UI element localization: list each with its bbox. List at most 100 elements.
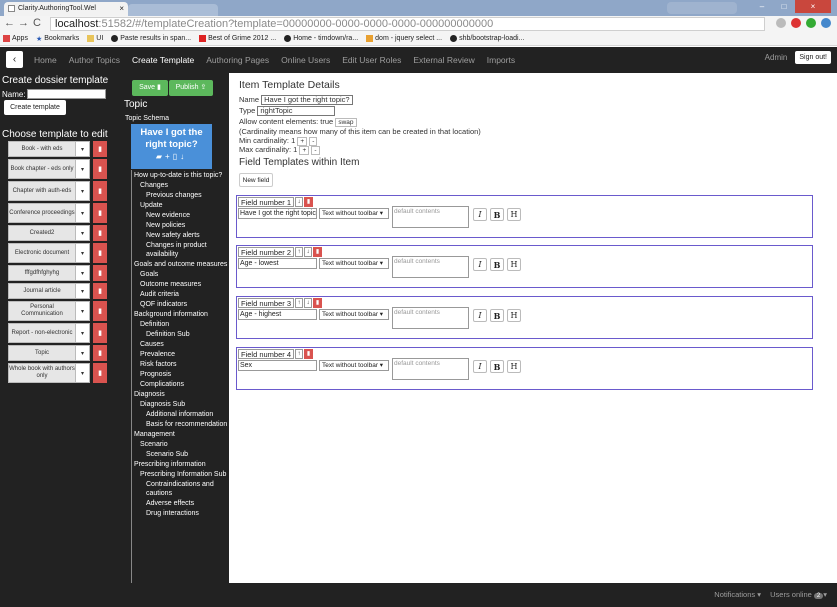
save-button[interactable]: Save ▮: [132, 80, 168, 96]
schema-tree-node[interactable]: Audit criteria: [132, 290, 229, 299]
schema-tree-node[interactable]: Prevalence: [132, 350, 229, 359]
folder-open-icon[interactable]: ▰: [156, 152, 165, 161]
bold-button[interactable]: B: [490, 258, 504, 271]
delete-template-button[interactable]: ▮: [93, 203, 107, 223]
template-button[interactable]: Conference proceedings: [8, 203, 76, 223]
schema-tree-node[interactable]: Outcome measures: [132, 280, 229, 289]
schema-tree-node[interactable]: Goals: [132, 270, 229, 279]
schema-tree-node[interactable]: Goals and outcome measures: [132, 260, 229, 269]
schema-tree-node[interactable]: Prescribing information: [132, 460, 229, 469]
move-down-icon[interactable]: ↓: [304, 298, 313, 308]
field-name-input[interactable]: Age - highest: [238, 309, 317, 320]
bookmark-ui[interactable]: UI: [87, 35, 103, 42]
move-down-icon[interactable]: ↓: [304, 247, 313, 257]
chevron-down-icon[interactable]: ▾: [76, 159, 90, 179]
search-icon[interactable]: [776, 18, 786, 28]
nav-authoring-pages[interactable]: Authoring Pages: [200, 47, 275, 73]
url-input[interactable]: localhost:51582/#/templateCreation?templ…: [50, 17, 765, 31]
schema-tree-node[interactable]: Basis for recommendation: [132, 420, 229, 429]
nav-home[interactable]: Home: [28, 47, 63, 73]
bold-button[interactable]: B: [490, 360, 504, 373]
bookmark-bookmarks[interactable]: ★ Bookmarks: [36, 35, 79, 43]
swap-button[interactable]: swap: [335, 117, 357, 127]
chevron-down-icon[interactable]: ▾: [76, 345, 90, 361]
schema-tree-node[interactable]: Scenario Sub: [132, 450, 229, 459]
browser-profile[interactable]: [667, 2, 737, 14]
template-button[interactable]: Book chapter - eds only: [8, 159, 76, 179]
italic-button[interactable]: I: [473, 309, 487, 322]
schema-tree-node[interactable]: Management: [132, 430, 229, 439]
nav-external-review[interactable]: External Review: [407, 47, 480, 73]
delete-template-button[interactable]: ▮: [93, 363, 107, 383]
bookmark-paste[interactable]: Paste results in span...: [111, 35, 191, 42]
blue-extension-icon[interactable]: [821, 18, 831, 28]
bookmark-dom[interactable]: dom - jquery select ...: [366, 35, 442, 42]
close-tab-icon[interactable]: ×: [119, 4, 124, 13]
chevron-down-icon[interactable]: ▾: [76, 243, 90, 263]
schema-tree-node[interactable]: Diagnosis: [132, 390, 229, 399]
notifications-menu[interactable]: Notifications ▾: [714, 590, 761, 599]
move-up-icon[interactable]: ↑: [295, 349, 304, 359]
schema-tree-node[interactable]: Definition: [132, 320, 229, 329]
chevron-down-icon[interactable]: ▾: [76, 203, 90, 223]
bookmark-shb[interactable]: shb/bootstrap-loadi...: [450, 35, 524, 42]
schema-tree-node[interactable]: New evidence: [132, 211, 229, 220]
nav-edit-user-roles[interactable]: Edit User Roles: [336, 47, 407, 73]
bookmark-apps[interactable]: Apps: [3, 35, 28, 42]
sign-out-button[interactable]: Sign out!: [795, 51, 831, 64]
schema-tree-node[interactable]: How up-to-date is this topic?: [132, 171, 229, 180]
chevron-down-icon[interactable]: ▾: [76, 283, 90, 299]
italic-button[interactable]: I: [473, 208, 487, 221]
schema-tree-node[interactable]: QOF indicators: [132, 300, 229, 309]
heading-button[interactable]: H: [507, 360, 521, 373]
schema-tree-node[interactable]: Risk factors: [132, 360, 229, 369]
forward-arrow-icon[interactable]: →: [18, 17, 29, 29]
add-icon[interactable]: +: [165, 152, 173, 161]
schema-tree-node[interactable]: Contraindications and cautions: [132, 480, 229, 498]
bold-button[interactable]: B: [490, 208, 504, 221]
delete-template-button[interactable]: ▮: [93, 141, 107, 157]
field-type-select[interactable]: Text without toolbar ▾: [319, 208, 389, 219]
chevron-down-icon[interactable]: ▾: [76, 141, 90, 157]
template-button[interactable]: Chapter with auth-eds: [8, 181, 76, 201]
heading-button[interactable]: H: [507, 208, 521, 221]
template-button[interactable]: Whole book with authors only: [8, 363, 76, 383]
default-contents-textarea[interactable]: default contents: [392, 256, 469, 278]
field-name-input[interactable]: Age - lowest: [238, 258, 317, 269]
template-button[interactable]: Journal article: [8, 283, 76, 299]
delete-template-button[interactable]: ▮: [93, 225, 107, 241]
nav-online-users[interactable]: Online Users: [275, 47, 336, 73]
browser-tab[interactable]: Clarity.AuthoringTool.Wel ×: [4, 2, 128, 16]
chevron-down-icon[interactable]: ▾: [76, 301, 90, 321]
schema-tree-node[interactable]: Changes: [132, 181, 229, 190]
max-plus-button[interactable]: +: [299, 145, 310, 155]
admin-link[interactable]: Admin: [765, 53, 788, 62]
heading-button[interactable]: H: [507, 309, 521, 322]
chevron-down-icon[interactable]: ▾: [76, 265, 90, 281]
users-online-menu[interactable]: Users online 2 ▾: [770, 590, 827, 599]
template-button[interactable]: fffgdfhfghyhg: [8, 265, 76, 281]
schema-tree-node[interactable]: New policies: [132, 221, 229, 230]
nav-create-template[interactable]: Create Template: [126, 47, 200, 73]
schema-tree-node[interactable]: Background information: [132, 310, 229, 319]
item-type-input[interactable]: rightTopic: [257, 106, 336, 117]
default-contents-textarea[interactable]: default contents: [392, 358, 469, 380]
selected-item-card[interactable]: Have I got the right topic? ▰+▯↓: [131, 124, 212, 169]
field-type-select[interactable]: Text without toolbar ▾: [319, 309, 389, 320]
template-button[interactable]: Created2: [8, 225, 76, 241]
delete-template-button[interactable]: ▮: [93, 283, 107, 299]
delete-template-button[interactable]: ▮: [93, 159, 107, 179]
template-button[interactable]: Report - non-electronic: [8, 323, 76, 343]
close-window-icon[interactable]: ×: [795, 0, 831, 13]
schema-tree-node[interactable]: Definition Sub: [132, 330, 229, 339]
green-extension-icon[interactable]: [806, 18, 816, 28]
schema-tree-node[interactable]: Complications: [132, 380, 229, 389]
schema-tree-node[interactable]: Scenario: [132, 440, 229, 449]
schema-tree-node[interactable]: Causes: [132, 340, 229, 349]
browser-tab-2[interactable]: [128, 4, 218, 16]
nav-author-topics[interactable]: Author Topics: [63, 47, 126, 73]
field-type-select[interactable]: Text without toolbar ▾: [319, 360, 389, 371]
bookmark-grime[interactable]: Best of Grime 2012 ...: [199, 35, 276, 42]
schema-tree-node[interactable]: Drug interactions: [132, 509, 229, 518]
default-contents-textarea[interactable]: default contents: [392, 206, 469, 228]
